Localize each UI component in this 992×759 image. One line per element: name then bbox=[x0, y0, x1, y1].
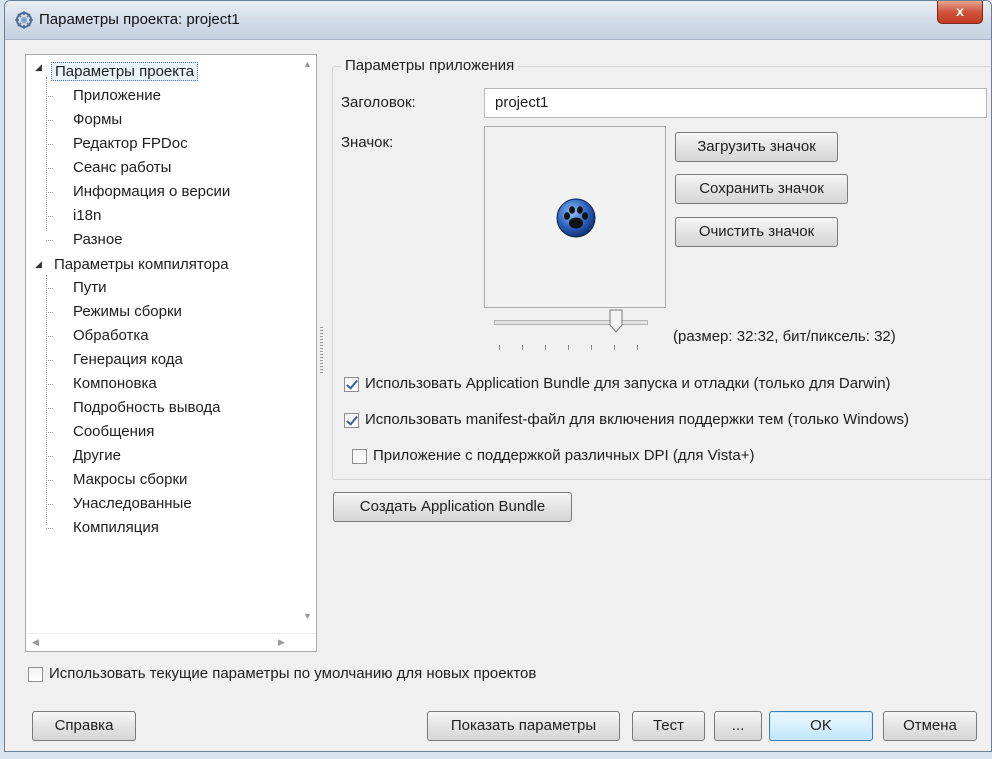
icon-size-slider-track[interactable] bbox=[494, 320, 648, 325]
use-defaults-label: Использовать текущие параметры по умолча… bbox=[49, 665, 537, 682]
dpi-aware-checkbox[interactable] bbox=[352, 449, 367, 464]
tree-item-fpdoc-editor[interactable]: Редактор FPDoc bbox=[70, 133, 191, 155]
tree-item-build-modes[interactable]: Режимы сборки bbox=[70, 301, 185, 323]
use-app-bundle-checkbox[interactable] bbox=[344, 377, 359, 392]
tree-branch bbox=[46, 144, 53, 145]
tree-item-application[interactable]: Приложение bbox=[70, 85, 164, 107]
icon-size-slider-thumb[interactable] bbox=[609, 309, 623, 333]
slider-tick bbox=[637, 345, 638, 350]
icon-size-info: (размер: 32:32, бит/пиксель: 32) bbox=[673, 328, 896, 345]
slider-tick bbox=[499, 345, 500, 350]
slider-tick bbox=[614, 345, 615, 350]
tree-item-compiler-options[interactable]: Параметры компилятора bbox=[51, 254, 232, 276]
slider-tick bbox=[522, 345, 523, 350]
icon-preview bbox=[484, 126, 666, 308]
scroll-down-arrow-icon[interactable]: ▼ bbox=[303, 611, 312, 621]
tree-item-messages[interactable]: Сообщения bbox=[70, 421, 157, 443]
tree-branch bbox=[46, 336, 53, 337]
tree-branch bbox=[46, 384, 53, 385]
tree-branch bbox=[46, 288, 53, 289]
show-options-button[interactable]: Показать параметры bbox=[427, 711, 620, 741]
expand-triangle-icon[interactable]: ◢ bbox=[35, 259, 42, 270]
use-manifest-label: Использовать manifest-файл для включения… bbox=[365, 411, 909, 428]
more-button[interactable]: ... bbox=[714, 711, 762, 741]
cancel-button[interactable]: Отмена bbox=[883, 711, 977, 741]
tree-item-session[interactable]: Сеанс работы bbox=[70, 157, 174, 179]
window-title: Параметры проекта: project1 bbox=[39, 11, 240, 28]
tree-branch bbox=[46, 504, 53, 505]
close-button[interactable]: x bbox=[937, 1, 983, 24]
tree-item-code-generation[interactable]: Генерация кода bbox=[70, 349, 186, 371]
splitter-handle[interactable] bbox=[320, 327, 323, 375]
title-label: Заголовок: bbox=[341, 94, 416, 111]
tree-item-misc[interactable]: Разное bbox=[70, 229, 126, 251]
ok-button[interactable]: OK bbox=[769, 711, 873, 741]
tree-branch bbox=[46, 528, 53, 529]
tree-item-compilation[interactable]: Компиляция bbox=[70, 517, 162, 539]
clear-icon-button[interactable]: Очистить значок bbox=[675, 217, 838, 247]
save-icon-button[interactable]: Сохранить значок bbox=[675, 174, 848, 204]
expand-triangle-icon[interactable]: ◢ bbox=[35, 62, 42, 73]
project-options-window: Параметры проекта: project1 x ◢ Параметр… bbox=[4, 0, 992, 752]
tree-branch bbox=[46, 408, 53, 409]
tree-item-inherited[interactable]: Унаследованные bbox=[70, 493, 195, 515]
slider-tick bbox=[568, 345, 569, 350]
tree-branch bbox=[46, 360, 53, 361]
icon-label: Значок: bbox=[341, 134, 394, 151]
tree-branch bbox=[46, 192, 53, 193]
slider-tick bbox=[545, 345, 546, 350]
dpi-aware-label: Приложение с поддержкой различных DPI (д… bbox=[373, 447, 755, 464]
tree-item-paths[interactable]: Пути bbox=[70, 277, 110, 299]
tree-item-project-options[interactable]: Параметры проекта bbox=[51, 61, 199, 83]
tree-branch bbox=[46, 456, 53, 457]
tree-branch bbox=[46, 240, 53, 241]
slider-tick bbox=[591, 345, 592, 350]
load-icon-button[interactable]: Загрузить значок bbox=[675, 132, 838, 162]
tree-branch bbox=[46, 312, 53, 313]
use-app-bundle-label: Использовать Application Bundle для запу… bbox=[365, 375, 891, 392]
tree-branch bbox=[46, 216, 53, 217]
scroll-up-arrow-icon[interactable]: ▲ bbox=[303, 59, 312, 69]
tree-item-other[interactable]: Другие bbox=[70, 445, 124, 467]
tree-item-linking[interactable]: Компоновка bbox=[70, 373, 160, 395]
tree-vertical-scrollbar[interactable]: ▲ ▼ bbox=[299, 55, 316, 635]
use-defaults-checkbox[interactable] bbox=[28, 667, 43, 682]
test-button[interactable]: Тест bbox=[632, 711, 705, 741]
tree-branch bbox=[46, 480, 53, 481]
scroll-left-arrow-icon[interactable]: ◀ bbox=[32, 637, 39, 648]
tree-item-parsing[interactable]: Обработка bbox=[70, 325, 152, 347]
tree-branch bbox=[46, 168, 53, 169]
tree-branch bbox=[46, 96, 53, 97]
tree-item-i18n[interactable]: i18n bbox=[70, 205, 104, 227]
tree-horizontal-scrollbar[interactable]: ◀ ▶ bbox=[26, 633, 316, 651]
title-input[interactable]: project1 bbox=[484, 88, 987, 118]
tree-item-version-info[interactable]: Информация о версии bbox=[70, 181, 233, 203]
tree-item-forms[interactable]: Формы bbox=[70, 109, 125, 131]
title-bar[interactable]: Параметры проекта: project1 x bbox=[5, 1, 991, 40]
help-button[interactable]: Справка bbox=[32, 711, 136, 741]
app-settings-group-title: Параметры приложения bbox=[341, 57, 519, 74]
paw-icon bbox=[556, 198, 596, 238]
tree-branch bbox=[46, 120, 53, 121]
scroll-right-arrow-icon[interactable]: ▶ bbox=[278, 637, 285, 648]
use-manifest-checkbox[interactable] bbox=[344, 413, 359, 428]
tree-item-verbosity[interactable]: Подробность вывода bbox=[70, 397, 223, 419]
lazarus-app-icon bbox=[15, 11, 33, 29]
tree-guide-line bbox=[46, 77, 47, 231]
tree-item-build-macros[interactable]: Макросы сборки bbox=[70, 469, 190, 491]
tree-branch bbox=[46, 432, 53, 433]
options-tree[interactable]: ◢ Параметры проекта Приложение Формы Ред… bbox=[25, 54, 317, 652]
create-app-bundle-button[interactable]: Создать Application Bundle bbox=[333, 492, 572, 522]
